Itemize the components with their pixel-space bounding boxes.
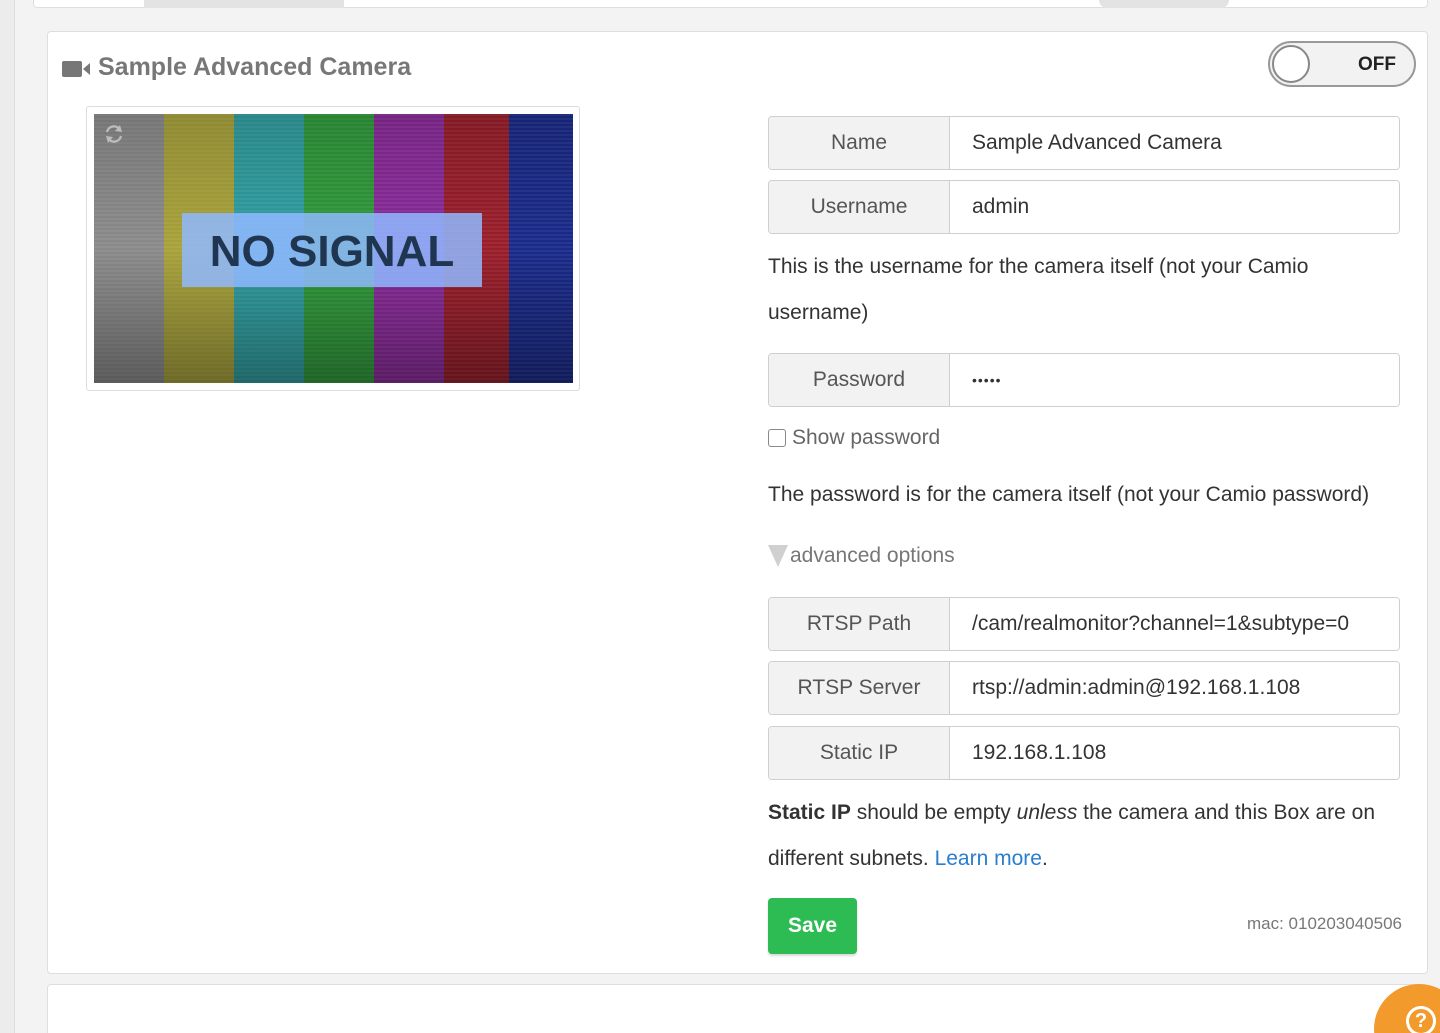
static-ip-help-text: Static IP should be empty unless the cam… bbox=[768, 790, 1408, 882]
password-input[interactable]: ••••• bbox=[950, 354, 1399, 406]
rtsp-path-row: RTSP Path /cam/realmonitor?channel=1&sub… bbox=[768, 597, 1400, 651]
next-card bbox=[47, 984, 1428, 1033]
camera-title: Sample Advanced Camera bbox=[62, 52, 411, 82]
advanced-options-toggle[interactable]: advanced options bbox=[768, 544, 955, 568]
help-icon: ? bbox=[1406, 1006, 1436, 1033]
rtsp-server-row: RTSP Server rtsp://admin:admin@192.168.1… bbox=[768, 661, 1400, 715]
name-row: Name Sample Advanced Camera bbox=[768, 116, 1400, 170]
static-ip-help-bold: Static IP bbox=[768, 801, 851, 824]
static-ip-label: Static IP bbox=[769, 727, 950, 779]
username-input[interactable]: admin bbox=[950, 181, 1399, 233]
previous-control bbox=[1099, 0, 1229, 8]
camera-preview-frame: NO SIGNAL bbox=[86, 106, 580, 391]
camera-preview-image[interactable]: NO SIGNAL bbox=[94, 114, 573, 383]
static-ip-help-period: . bbox=[1041, 847, 1048, 870]
password-label: Password bbox=[769, 354, 950, 406]
learn-more-link[interactable]: Learn more bbox=[935, 847, 1042, 870]
name-label: Name bbox=[769, 117, 950, 169]
camera-power-toggle[interactable]: OFF bbox=[1268, 41, 1416, 87]
static-ip-row: Static IP 192.168.1.108 bbox=[768, 726, 1400, 780]
static-ip-input[interactable]: 192.168.1.108 bbox=[950, 727, 1399, 779]
video-camera-icon bbox=[62, 57, 92, 77]
show-password-checkbox[interactable] bbox=[768, 429, 786, 447]
password-help-text: The password is for the camera itself (n… bbox=[768, 483, 1370, 506]
toggle-knob bbox=[1272, 45, 1310, 83]
rtsp-server-label: RTSP Server bbox=[769, 662, 950, 714]
rtsp-path-input[interactable]: /cam/realmonitor?channel=1&subtype=0 bbox=[950, 598, 1399, 650]
previous-card-strip bbox=[33, 0, 1428, 8]
static-ip-help-part1: should be empty bbox=[850, 801, 1017, 824]
rtsp-path-label: RTSP Path bbox=[769, 598, 950, 650]
show-password-option[interactable]: Show password bbox=[768, 426, 940, 450]
camera-card: Sample Advanced Camera OFF NO SIGNAL Nam… bbox=[47, 31, 1428, 974]
caret-down-icon bbox=[768, 545, 788, 567]
static-ip-help-emphasis: unless bbox=[1016, 801, 1078, 824]
show-password-label: Show password bbox=[792, 426, 941, 449]
username-help-text: This is the username for the camera itse… bbox=[768, 255, 1309, 324]
save-button[interactable]: Save bbox=[768, 898, 857, 954]
name-input[interactable]: Sample Advanced Camera bbox=[950, 117, 1399, 169]
username-label: Username bbox=[769, 181, 950, 233]
no-signal-text: NO SIGNAL bbox=[210, 227, 454, 276]
username-row: Username admin bbox=[768, 180, 1400, 234]
toggle-label: OFF bbox=[1358, 54, 1396, 75]
password-row: Password ••••• bbox=[768, 353, 1400, 407]
mac-address: mac: 010203040506 bbox=[1246, 914, 1402, 933]
previous-tab bbox=[144, 0, 344, 8]
refresh-icon[interactable] bbox=[102, 122, 126, 146]
advanced-options-label: advanced options bbox=[790, 544, 955, 567]
rtsp-server-input[interactable]: rtsp://admin:admin@192.168.1.108 bbox=[950, 662, 1399, 714]
camera-title-text: Sample Advanced Camera bbox=[98, 52, 412, 81]
